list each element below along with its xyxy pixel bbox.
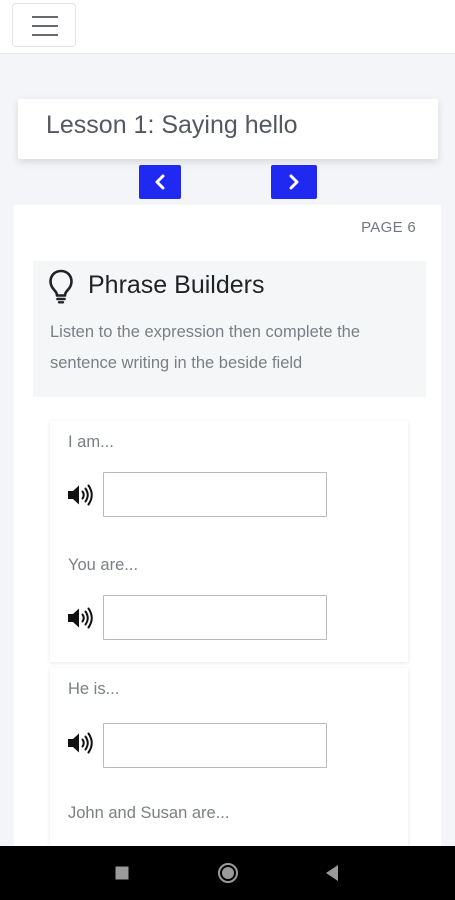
hamburger-line bbox=[32, 34, 58, 36]
chevron-right-icon bbox=[289, 174, 299, 190]
page-number: PAGE 6 bbox=[361, 219, 416, 236]
hamburger-menu-icon bbox=[32, 16, 58, 18]
exercise-prompt: I am... bbox=[68, 433, 114, 451]
answer-input[interactable] bbox=[103, 723, 327, 768]
chevron-left-icon bbox=[155, 174, 165, 190]
triangle-back-icon[interactable] bbox=[324, 864, 340, 882]
exercise-prompt: He is... bbox=[68, 680, 120, 698]
square-recents-icon[interactable] bbox=[115, 866, 129, 880]
exercise-prompt: John and Susan are... bbox=[68, 804, 230, 822]
speaker-icon[interactable] bbox=[66, 606, 96, 630]
hamburger-line bbox=[32, 25, 58, 27]
speaker-icon[interactable] bbox=[66, 731, 96, 755]
answer-input[interactable] bbox=[103, 595, 327, 640]
previous-page-button[interactable] bbox=[139, 165, 181, 199]
speaker-icon[interactable] bbox=[66, 483, 96, 507]
lesson-title: Lesson 1: Saying hello bbox=[46, 111, 298, 139]
app-bar bbox=[0, 0, 455, 54]
activity-instructions: Listen to the expression then complete t… bbox=[50, 323, 361, 372]
lesson-content-panel: PAGE 6 Phrase Builders Listen to the exp… bbox=[14, 205, 441, 878]
lesson-title-card: Lesson 1: Saying hello bbox=[18, 99, 438, 159]
circle-home-icon[interactable] bbox=[217, 862, 239, 884]
system-navigation-bar bbox=[0, 846, 455, 900]
activity-title: Phrase Builders bbox=[88, 271, 265, 299]
exercise-prompt: You are... bbox=[68, 556, 139, 574]
exercise-card: I am... You are... bbox=[50, 421, 408, 662]
hamburger-menu-button[interactable] bbox=[12, 3, 76, 47]
answer-input[interactable] bbox=[103, 472, 327, 517]
lightbulb-icon bbox=[49, 269, 73, 304]
activity-intro: Phrase Builders Listen to the expression… bbox=[33, 261, 426, 397]
next-page-button[interactable] bbox=[271, 165, 317, 199]
